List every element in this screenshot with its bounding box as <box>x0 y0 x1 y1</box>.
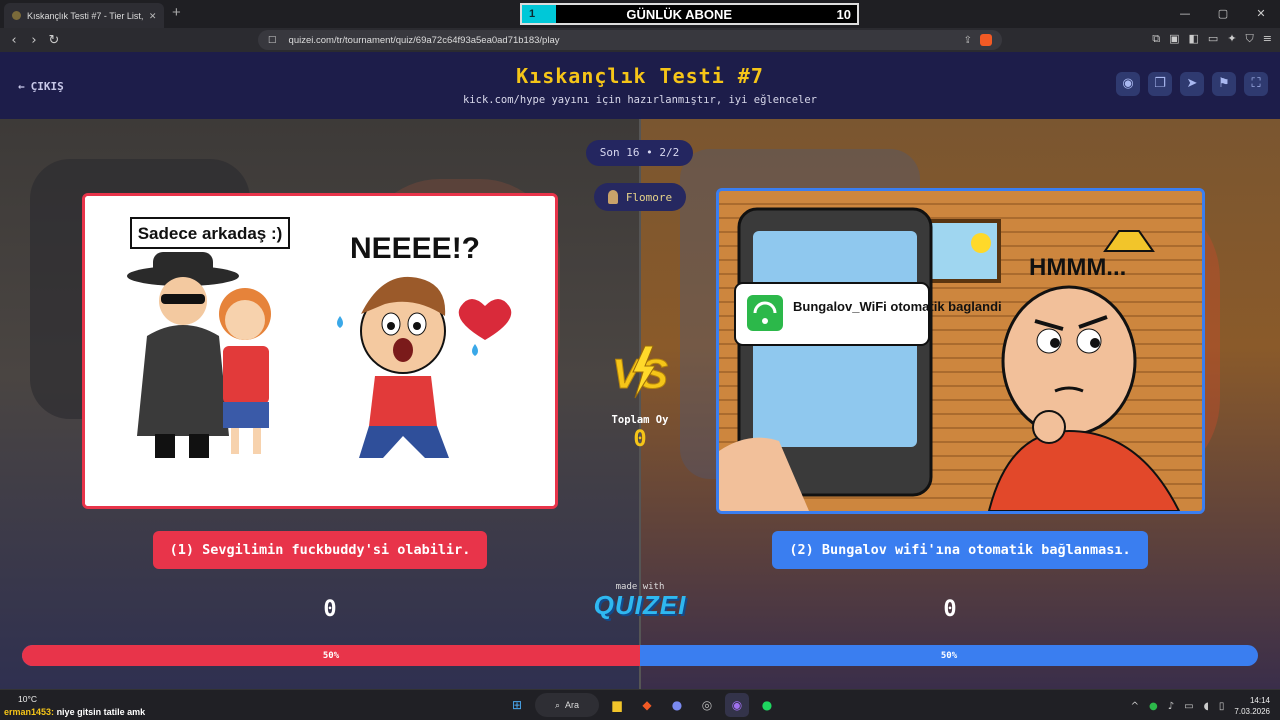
tab-search-icon[interactable]: ▣ <box>1169 32 1179 46</box>
file-explorer-icon[interactable]: ▆ <box>605 693 629 717</box>
author-badge[interactable]: Flomore <box>594 183 686 211</box>
battery-icon[interactable]: ▯ <box>1219 701 1225 712</box>
leo-ai-icon[interactable]: ✦ <box>1227 32 1236 46</box>
total-votes-label: Toplam Oy <box>611 414 669 426</box>
quiz-header: ← ÇIKIŞ Kıskançlık Testi #7 kick.com/hyp… <box>0 52 1280 119</box>
tray-chevron-icon[interactable]: ^ <box>1131 701 1139 712</box>
reload-icon[interactable]: ↻ <box>44 33 64 48</box>
back-arrow-icon[interactable]: ‹ <box>4 33 24 48</box>
quizei-logo[interactable]: QUIZEI <box>0 590 1280 621</box>
microphone-icon[interactable]: ♪ <box>1168 701 1174 712</box>
steam-icon[interactable]: ◎ <box>695 693 719 717</box>
subscriber-goal-overlay: 1 GÜNLÜK ABONE 10 <box>520 3 859 25</box>
search-icon: ⌕ <box>554 699 561 710</box>
bookmark-icon[interactable]: ☐ <box>268 35 277 46</box>
extension-icons: ⧉ ▣ ◧ ▭ ✦ ⛉ ≡ <box>1152 32 1272 46</box>
maximize-button[interactable]: ▢ <box>1204 0 1242 28</box>
network-icon[interactable]: ▭ <box>1184 701 1193 712</box>
thought-text: HMMM... <box>1029 254 1126 281</box>
subscriber-goal-target: 10 <box>836 6 851 22</box>
clock-date: 7.03.2026 <box>1234 707 1270 716</box>
share-url-icon[interactable]: ⇪ <box>964 35 972 46</box>
browser-tab-bar: Kıskançlık Testi #7 - Tier List, Kör ✕ +… <box>0 0 1280 28</box>
search-label: Ara <box>565 700 580 710</box>
minimize-button[interactable]: — <box>1166 0 1204 28</box>
tab-title: Kıskançlık Testi #7 - Tier List, Kör <box>27 10 145 21</box>
chat-text: niye gitsin tatile amk <box>56 707 146 717</box>
extensions-icon[interactable]: ⧉ <box>1152 32 1160 46</box>
flag-icon[interactable]: ⚑ <box>1212 72 1236 96</box>
tray-app-icon[interactable]: ● <box>1149 701 1158 712</box>
system-tray: ^ ● ♪ ▭ ◖ ▯ 14:14 7.03.2026 <box>1131 695 1270 717</box>
url-text[interactable]: quizei.com/tr/tournament/quiz/69a72c64f9… <box>289 35 956 46</box>
tab-close-icon[interactable]: ✕ <box>149 9 156 22</box>
subscriber-goal-label: GÜNLÜK ABONE <box>626 6 733 22</box>
caption-text: Sadece arkadaş :) <box>138 224 283 243</box>
option-1-percent: 50% <box>322 650 340 661</box>
option-1-percent-bar: 50% <box>22 645 640 666</box>
page-subtitle: kick.com/hype yayını için hazırlanmıştır… <box>462 94 817 106</box>
option-2-score: 0 <box>943 597 957 622</box>
shout-text: NEEEE!? <box>350 232 480 265</box>
fullscreen-icon[interactable]: ⛶ <box>1244 72 1268 96</box>
new-tab-button[interactable]: + <box>172 4 181 21</box>
clock-time: 14:14 <box>1249 696 1270 705</box>
brave-shields-icon[interactable] <box>980 34 992 46</box>
copy-icon[interactable]: ❐ <box>1148 72 1172 96</box>
taskbar-apps: ⊞ ⌕ Ara ▆ ◆ ● ◎ ◉ ● <box>505 693 779 717</box>
option-2-percent: 50% <box>940 650 958 661</box>
option-1-score: 0 <box>323 597 337 622</box>
weather-widget[interactable]: 10°C <box>18 694 37 705</box>
browser-tab[interactable]: Kıskançlık Testi #7 - Tier List, Kör ✕ <box>4 3 164 28</box>
close-window-button[interactable]: ✕ <box>1242 0 1280 28</box>
eye-icon[interactable]: ◉ <box>1116 72 1140 96</box>
spotify-icon[interactable]: ● <box>755 693 779 717</box>
option-1-image[interactable]: Sadece arkadaş :) NEEEE!? <box>82 193 558 509</box>
temperature: 10°C <box>18 694 37 704</box>
obs-icon[interactable]: ◉ <box>725 693 749 717</box>
option-1-button[interactable]: (1) Sevgilimin fuckbuddy'si olabilir. <box>153 531 487 569</box>
tab-favicon-icon <box>12 11 21 20</box>
quiz-page: ← ÇIKIŞ Kıskançlık Testi #7 kick.com/hyp… <box>0 52 1280 689</box>
clock[interactable]: 14:14 7.03.2026 <box>1234 695 1270 717</box>
option-2-image[interactable]: Bungalov_WiFi otomatik baglandi HMMM... <box>716 188 1205 514</box>
window-controls: — ▢ ✕ <box>1166 0 1280 28</box>
browser-toolbar: ‹ › ↻ ☐ quizei.com/tr/tournament/quiz/69… <box>0 28 1280 52</box>
windows-taskbar: 10°C erman1453: niye gitsin tatile amk ⊞… <box>0 689 1280 720</box>
chat-username: erman1453: <box>4 707 55 717</box>
volume-icon[interactable]: ◖ <box>1204 701 1209 712</box>
share-icon[interactable]: ➤ <box>1180 72 1204 96</box>
header-actions: ◉ ❐ ➤ ⚑ ⛶ <box>1116 72 1268 96</box>
vote-split-bar: 50% 50% <box>22 645 1258 666</box>
wallet-icon[interactable]: ▭ <box>1208 32 1218 46</box>
brave-browser-icon[interactable]: ◆ <box>635 693 659 717</box>
option-2-percent-bar: 50% <box>640 645 1258 666</box>
chat-overlay-message: erman1453: niye gitsin tatile amk <box>4 707 145 717</box>
option-1-illustration: Sadece arkadaş :) NEEEE!? <box>85 196 555 506</box>
total-votes-value: 0 <box>633 427 647 452</box>
forward-arrow-icon[interactable]: › <box>24 33 44 48</box>
notification-text-line: Bungalov_WiFi otomatik baglandi <box>793 299 1002 314</box>
option-2-button[interactable]: (2) Bungalov wifi'ına otomatik bağlanmas… <box>772 531 1148 569</box>
windows-start-icon[interactable]: ⊞ <box>505 693 529 717</box>
discord-icon[interactable]: ● <box>665 693 689 717</box>
author-avatar-icon <box>607 190 618 204</box>
taskbar-search[interactable]: ⌕ Ara <box>535 693 599 717</box>
round-indicator: Son 16 • 2/2 <box>586 140 693 166</box>
menu-icon[interactable]: ≡ <box>1263 32 1272 46</box>
address-bar[interactable]: ☐ quizei.com/tr/tournament/quiz/69a72c64… <box>258 30 1002 50</box>
sidebar-icon[interactable]: ◧ <box>1189 32 1199 46</box>
vpn-icon[interactable]: ⛉ <box>1246 32 1254 46</box>
author-name: Flomore <box>625 190 673 204</box>
vs-logo-icon: VS <box>611 345 669 399</box>
option-2-illustration: Bungalov_WiFi otomatik baglandi HMMM... <box>719 191 1202 511</box>
page-title: Kıskançlık Testi #7 <box>516 64 764 88</box>
